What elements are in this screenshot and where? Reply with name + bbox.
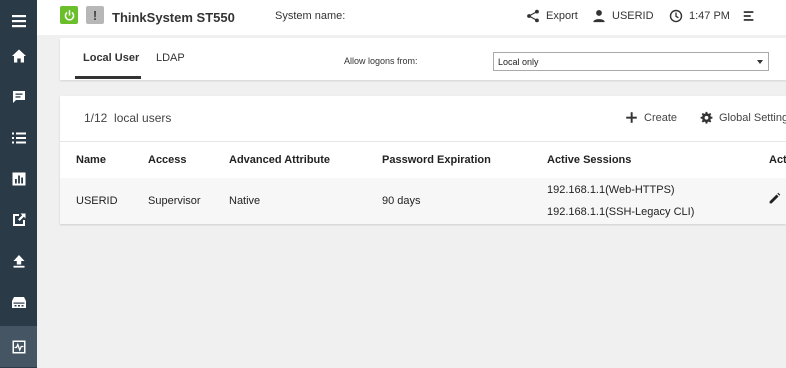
user-icon bbox=[593, 10, 605, 23]
warning-button[interactable]: ! bbox=[86, 6, 104, 24]
allow-logons-label: Allow logons from: bbox=[344, 56, 418, 66]
hamburger-menu-icon bbox=[743, 11, 754, 21]
export-label: Export bbox=[546, 10, 578, 22]
sidebar bbox=[0, 0, 37, 368]
warning-icon: ! bbox=[92, 7, 98, 23]
server-config-icon bbox=[11, 296, 26, 308]
user-menu[interactable]: USERID bbox=[592, 9, 654, 23]
sidebar-item-utilization[interactable] bbox=[0, 158, 37, 199]
user-label: USERID bbox=[612, 10, 654, 22]
settings-menu-button[interactable] bbox=[742, 9, 762, 23]
pencil-icon bbox=[769, 192, 781, 204]
column-header-name: Name bbox=[76, 154, 106, 166]
share-icon bbox=[527, 9, 539, 23]
panel-divider bbox=[60, 141, 786, 142]
bmc-config-icon bbox=[12, 340, 25, 353]
tab-local-user[interactable]: Local User bbox=[83, 52, 139, 64]
cell-access: Supervisor bbox=[148, 195, 201, 207]
power-button[interactable] bbox=[60, 6, 78, 24]
sidebar-item-server-config[interactable] bbox=[0, 281, 37, 322]
create-label: Create bbox=[644, 111, 678, 124]
cell-password-expiration: 90 days bbox=[382, 195, 421, 207]
global-settings-button[interactable]: Global Settings bbox=[700, 111, 786, 124]
home-icon bbox=[11, 49, 26, 62]
active-tab-indicator bbox=[75, 76, 141, 79]
sidebar-item-events[interactable] bbox=[0, 76, 37, 117]
allow-logons-select[interactable]: Local only bbox=[493, 52, 769, 71]
utilization-icon bbox=[12, 172, 25, 185]
global-settings-label: Global Settings bbox=[719, 111, 786, 124]
sidebar-item-inventory[interactable] bbox=[0, 117, 37, 158]
top-header: ! ThinkSystem ST550 System name: Export … bbox=[37, 0, 786, 35]
cell-advanced-attribute: Native bbox=[229, 195, 261, 207]
chevron-down-icon bbox=[757, 60, 763, 64]
cell-session-1: 192.168.1.1(Web-HTTPS) bbox=[547, 184, 675, 196]
user-count: 1/12 local users bbox=[84, 111, 171, 125]
power-icon bbox=[64, 9, 74, 20]
inventory-icon bbox=[11, 132, 26, 143]
column-header-action: Action bbox=[769, 154, 786, 166]
column-header-access: Access bbox=[148, 154, 187, 166]
time-label: 1:47 PM bbox=[689, 10, 730, 22]
local-users-panel: 1/12 local users Create Global Settings … bbox=[60, 96, 786, 224]
sidebar-item-home[interactable] bbox=[0, 35, 37, 76]
menu-icon bbox=[11, 14, 26, 27]
column-header-advanced-attribute: Advanced Attribute bbox=[229, 154, 331, 166]
plus-icon bbox=[626, 112, 637, 123]
allow-logons-value: Local only bbox=[498, 57, 539, 67]
remote-console-icon bbox=[12, 213, 25, 226]
sidebar-item-bmc-config[interactable] bbox=[0, 326, 37, 367]
clock-icon bbox=[669, 9, 683, 23]
user-count-title: local users bbox=[114, 111, 172, 125]
gear-icon bbox=[700, 111, 713, 124]
clock: 1:47 PM bbox=[669, 9, 730, 23]
column-header-active-sessions: Active Sessions bbox=[547, 154, 632, 166]
user-tabs-bar: Local User LDAP Allow logons from: Local… bbox=[60, 38, 786, 80]
system-name-label: System name: bbox=[275, 10, 346, 22]
tab-ldap[interactable]: LDAP bbox=[156, 52, 185, 64]
create-button[interactable]: Create bbox=[625, 111, 677, 124]
edit-user-button[interactable] bbox=[768, 192, 781, 205]
cell-session-2: 192.168.1.1(SSH-Legacy CLI) bbox=[547, 206, 695, 218]
user-count-value: 1/12 bbox=[84, 111, 108, 125]
sidebar-item-remote-console[interactable] bbox=[0, 199, 37, 240]
events-icon bbox=[12, 90, 25, 103]
export-button[interactable]: Export bbox=[526, 9, 578, 23]
page-title: ThinkSystem ST550 bbox=[112, 10, 235, 25]
column-header-password-expiration: Password Expiration bbox=[382, 154, 491, 166]
sidebar-item-firmware-update[interactable] bbox=[0, 240, 37, 281]
cell-name: USERID bbox=[76, 195, 118, 207]
firmware-update-icon bbox=[13, 254, 24, 268]
